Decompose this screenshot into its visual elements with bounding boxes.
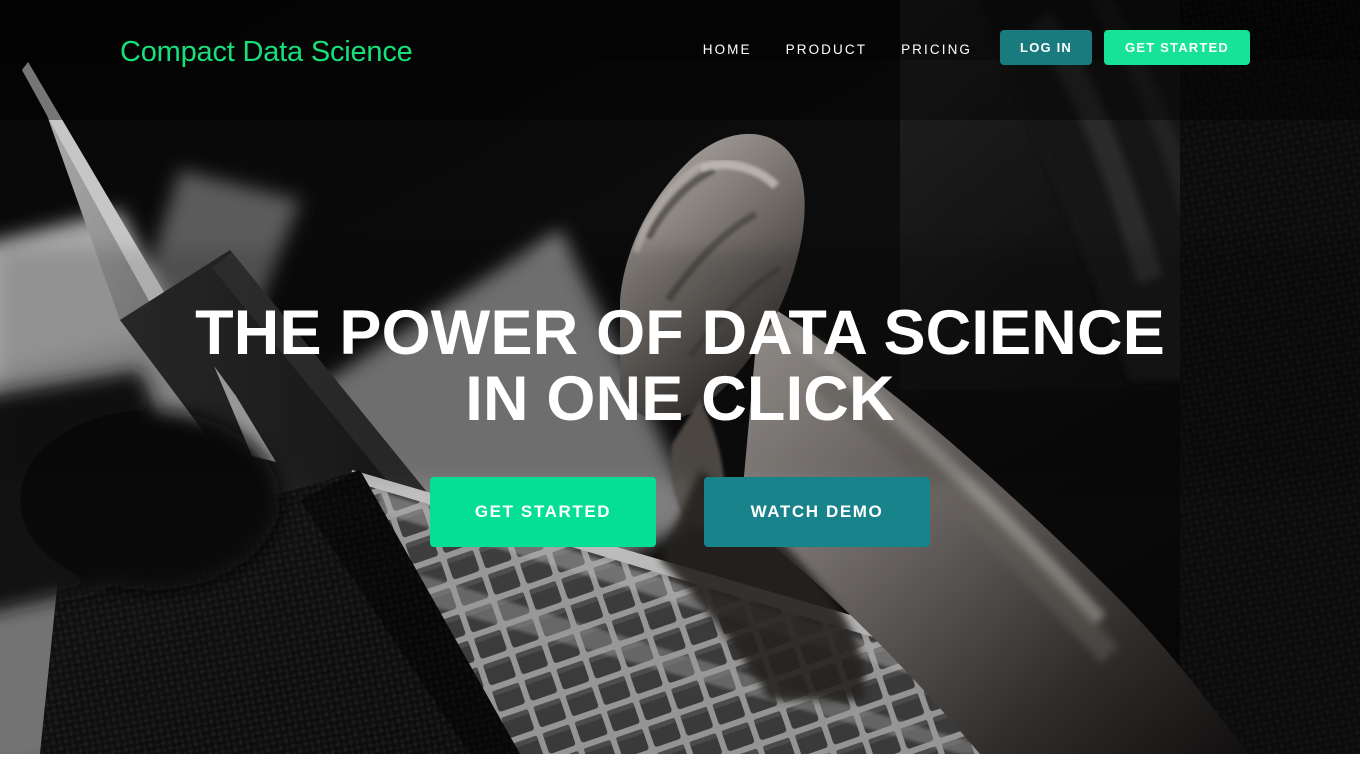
main-navigation: Compact Data Science HOME PRODUCT PRICIN…: [0, 0, 1360, 95]
nav-action-buttons: LOG IN GET STARTED: [1000, 30, 1250, 65]
hero-watch-demo-button[interactable]: WATCH DEMO: [704, 477, 930, 547]
hero-headline-line-1: THE POWER OF DATA SCIENCE: [195, 298, 1165, 368]
nav-item-product: PRODUCT: [769, 38, 884, 61]
nav-item-home: HOME: [686, 38, 769, 61]
page-below-fold: [0, 754, 1360, 764]
login-button[interactable]: LOG IN: [1000, 30, 1093, 65]
nav-get-started-button[interactable]: GET STARTED: [1104, 30, 1250, 65]
hero-get-started-button[interactable]: GET STARTED: [430, 477, 656, 547]
nav-link-home[interactable]: HOME: [686, 38, 769, 61]
hero-headline-line-2: IN ONE CLICK: [465, 364, 895, 434]
nav-link-pricing[interactable]: PRICING: [884, 38, 989, 61]
hero-cta-group: GET STARTED WATCH DEMO: [430, 477, 930, 547]
nav-item-pricing: PRICING: [884, 38, 989, 61]
landing-page: Compact Data Science HOME PRODUCT PRICIN…: [0, 0, 1360, 764]
hero-headline: THE POWER OF DATA SCIENCE IN ONE CLICK: [90, 300, 1270, 432]
site-logo[interactable]: Compact Data Science: [120, 33, 413, 71]
hero-section: Compact Data Science HOME PRODUCT PRICIN…: [0, 0, 1360, 754]
nav-link-product[interactable]: PRODUCT: [769, 38, 884, 61]
